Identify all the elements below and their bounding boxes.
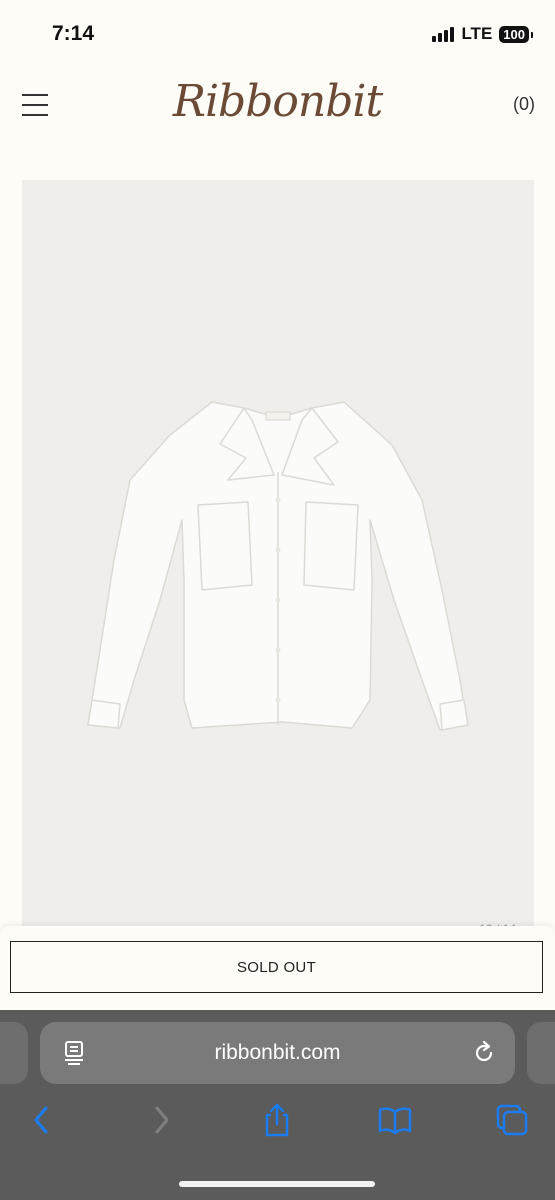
status-bar: 7:14 LTE 100: [0, 0, 555, 70]
signal-icon: [432, 26, 455, 42]
site-logo[interactable]: Ribbonbit: [0, 76, 555, 127]
address-bar[interactable]: ribbonbit.com: [40, 1022, 515, 1084]
status-indicators: LTE 100: [432, 24, 533, 44]
cart-link[interactable]: (0): [513, 94, 535, 115]
url-text: ribbonbit.com: [214, 1041, 341, 1064]
product-image[interactable]: 10 / 14: [22, 180, 534, 930]
purchase-panel: SOLD OUT: [0, 926, 555, 1010]
reload-icon[interactable]: [471, 1040, 497, 1066]
home-indicator[interactable]: [179, 1181, 375, 1187]
previous-tab-peek[interactable]: [0, 1022, 28, 1084]
network-label: LTE: [461, 24, 493, 43]
shirt-illustration: [87, 401, 469, 731]
tabs-icon[interactable]: [492, 1102, 532, 1138]
status-time: 7:14: [52, 22, 95, 45]
battery-icon: 100: [499, 25, 533, 43]
sold-out-button[interactable]: SOLD OUT: [10, 941, 543, 993]
back-icon[interactable]: [22, 1102, 62, 1138]
share-icon[interactable]: [257, 1102, 297, 1138]
forward-icon[interactable]: [141, 1102, 181, 1138]
browser-chrome: ribbonbit.com: [0, 1010, 555, 1200]
next-tab-peek[interactable]: [527, 1022, 555, 1084]
bookmarks-icon[interactable]: [375, 1102, 415, 1138]
site-header: Ribbonbit (0): [0, 70, 555, 160]
